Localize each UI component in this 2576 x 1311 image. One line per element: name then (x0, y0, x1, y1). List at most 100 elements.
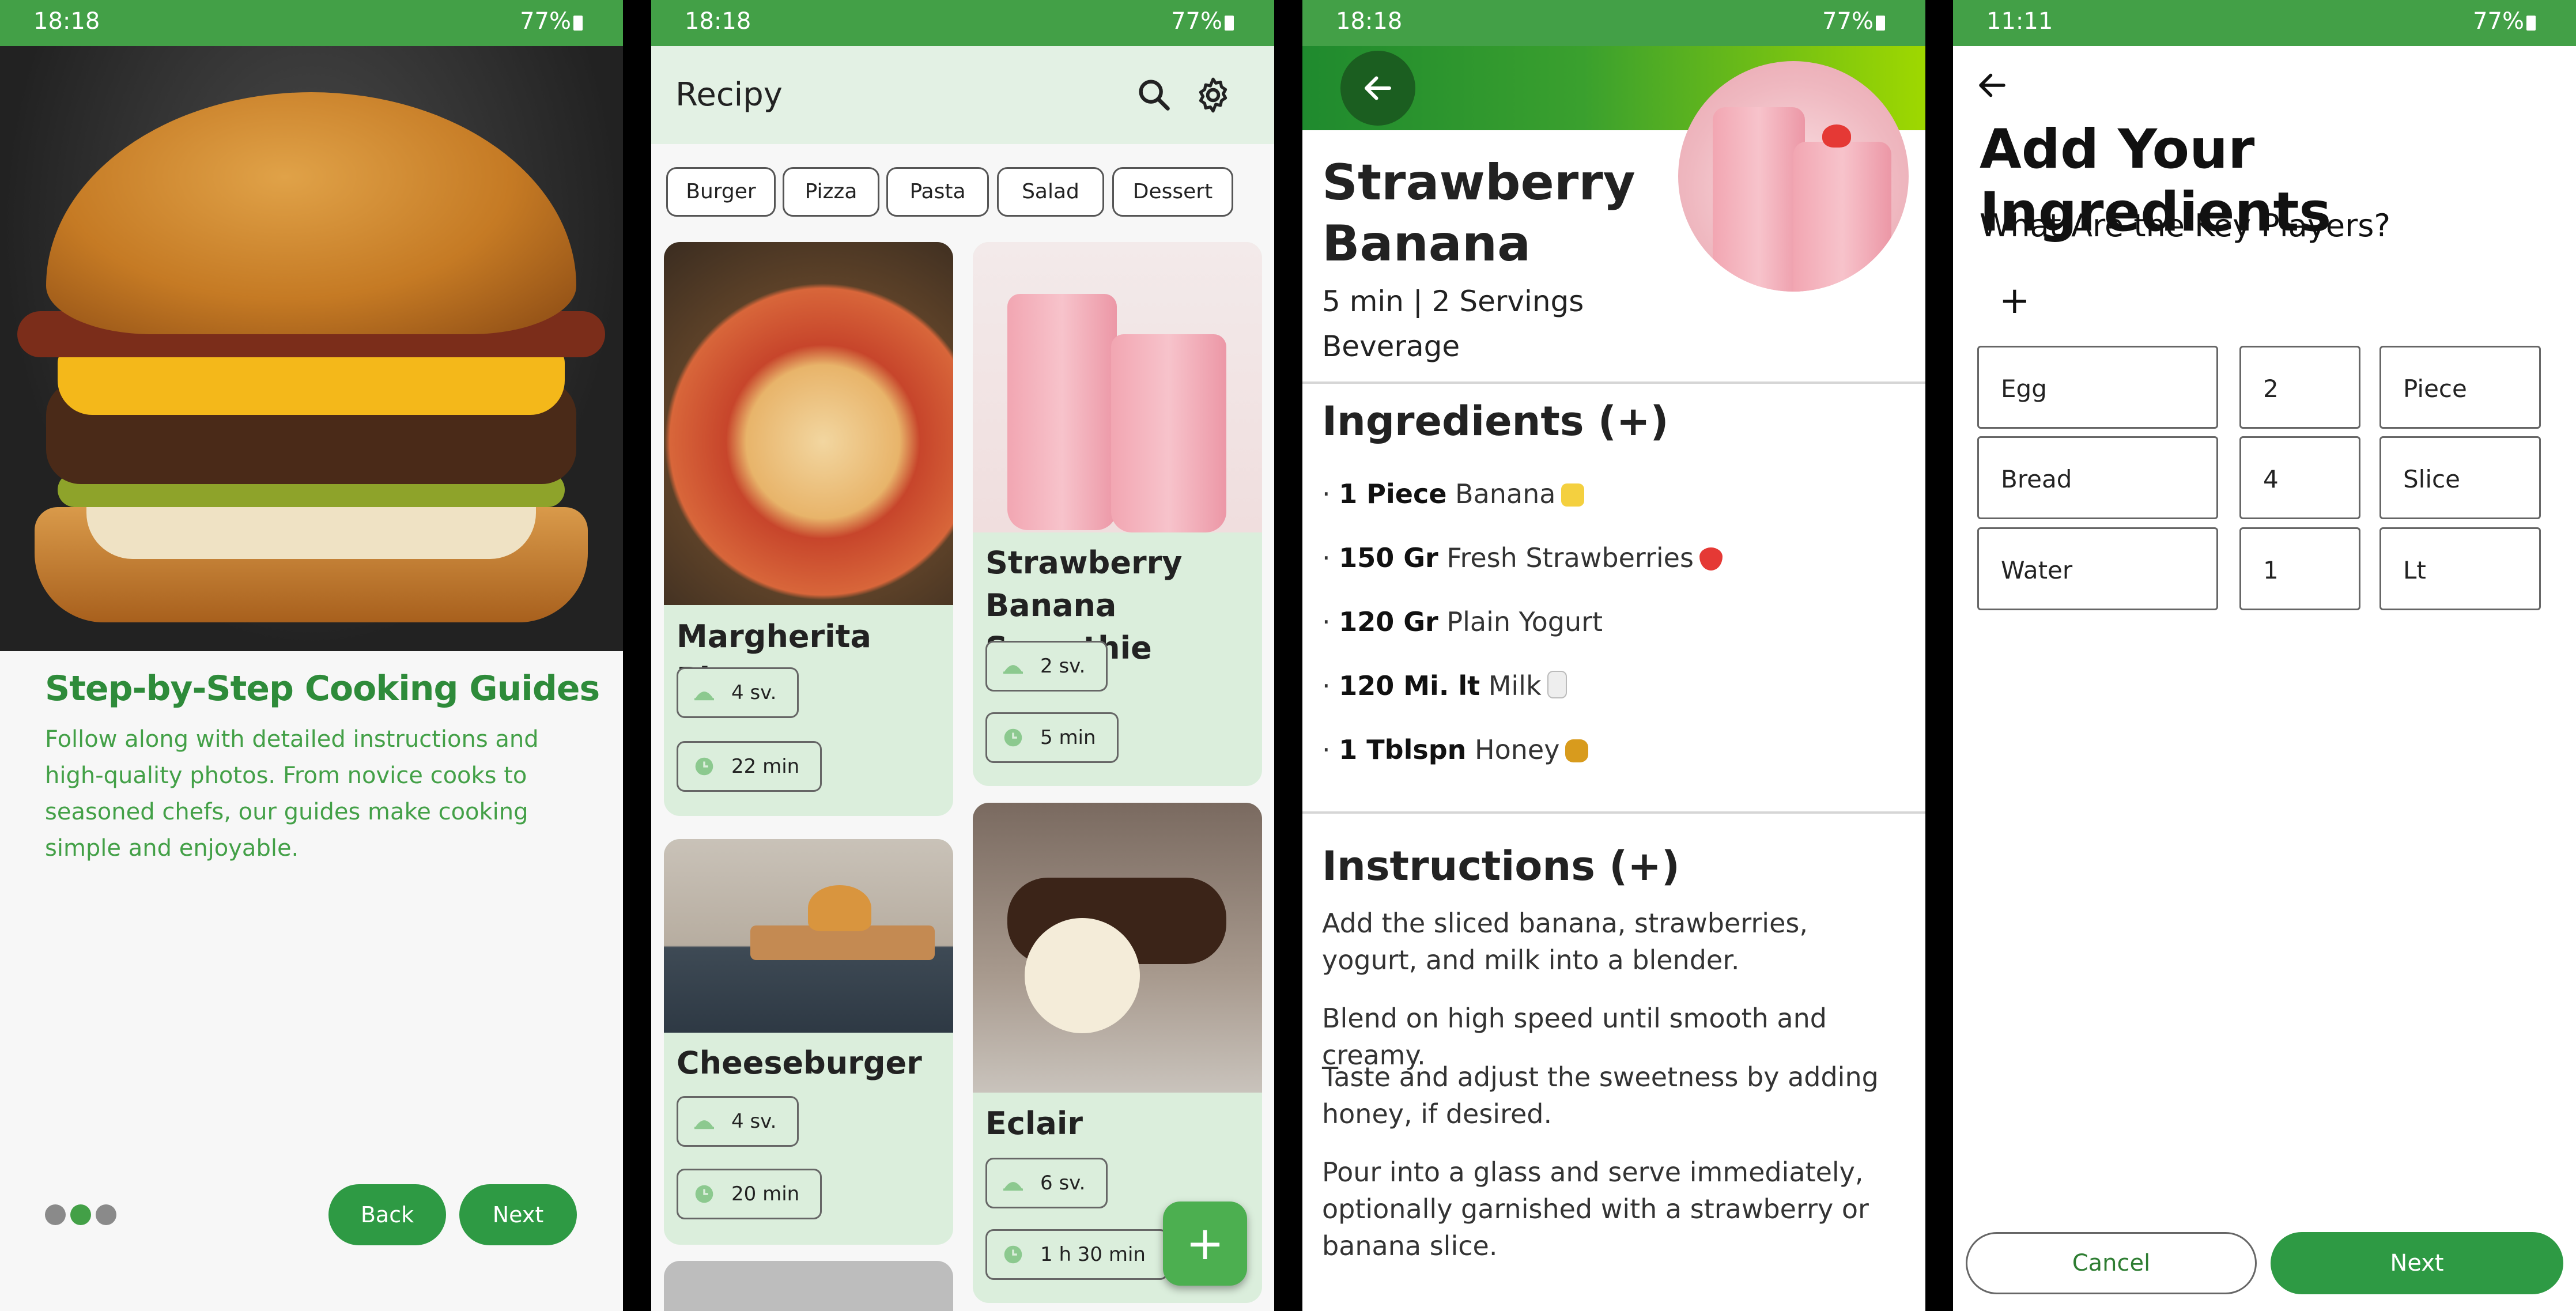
recipe-detail-screen: 18:18 77% Strawberry Banana 5 min | 2 Se… (1302, 0, 1925, 1311)
next-button[interactable]: Next (459, 1184, 577, 1245)
status-time: 18:18 (33, 8, 100, 35)
card-title: Cheeseburger (677, 1045, 922, 1081)
servings-text: 4 sv. (731, 1110, 777, 1133)
status-time: 11:11 (1986, 8, 2053, 35)
cloche-icon (694, 692, 714, 701)
instruction-step: Add the sliced banana, strawberries, yog… (1322, 908, 1808, 976)
chip-pizza[interactable]: Pizza (783, 167, 879, 217)
chip-salad[interactable]: Salad (997, 167, 1104, 217)
back-button[interactable]: Back (328, 1184, 446, 1245)
clock-icon (695, 1185, 713, 1203)
recipe-card[interactable] (664, 1261, 953, 1311)
cancel-button[interactable]: Cancel (1966, 1232, 2257, 1294)
status-bar: 18:18 77% (1302, 0, 1925, 46)
battery-percent: 77% (2473, 8, 2524, 35)
status-bar: 11:11 77% (1953, 0, 2576, 46)
strawberry-icon (1699, 547, 1723, 571)
honey-pot-icon (1565, 739, 1589, 762)
chip-burger[interactable]: Burger (666, 167, 776, 217)
page-dot-2 (70, 1204, 91, 1225)
status-bar: 18:18 77% (651, 0, 1274, 46)
divider (1302, 811, 1925, 814)
onboarding-screen: 18:18 77% Step-by-Step Cooking Guides Fo… (0, 0, 623, 1311)
ingredient-item: · 120 Mi. lt Milk (1322, 670, 1567, 701)
ingredient-item: · 120 Gr Plain Yogurt (1322, 606, 1603, 637)
servings-badge: 2 sv. (985, 641, 1108, 692)
add-ingredients-screen: 11:11 77% Add Your Ingredients What Are … (1953, 0, 2576, 1311)
time-text: 1 h 30 min (1040, 1243, 1146, 1266)
ingredients-heading[interactable]: Ingredients (+) (1322, 398, 1669, 445)
recipe-card[interactable]: Cheeseburger 4 sv. 20 min (664, 839, 953, 1245)
battery-indicator: 77% (1822, 8, 1885, 35)
chip-pasta[interactable]: Pasta (886, 167, 989, 217)
cloche-icon (694, 1120, 714, 1129)
ingredient-unit-field[interactable]: Lt (2379, 527, 2541, 610)
battery-icon (1876, 16, 1885, 31)
cloche-icon (1003, 665, 1023, 674)
category-chips: Burger Pizza Pasta Salad Dessert (651, 167, 1274, 219)
ingredient-name-field[interactable]: Water (1977, 527, 2218, 610)
ingredient-qty: 150 Gr (1339, 542, 1438, 573)
clock-icon (695, 757, 713, 776)
ingredient-name: Honey (1475, 734, 1560, 765)
battery-indicator: 77% (1171, 8, 1234, 35)
servings-badge: 4 sv. (677, 667, 799, 718)
smoothie-photo (973, 242, 1262, 532)
ingredient-name-field[interactable]: Egg (1977, 346, 2218, 429)
ingredient-amount-field[interactable]: 1 (2239, 527, 2360, 610)
add-recipe-button[interactable]: + (1163, 1202, 1247, 1286)
servings-badge: 6 sv. (985, 1158, 1108, 1208)
onboarding-title: Step-by-Step Cooking Guides (45, 668, 600, 709)
onboarding-description: Follow along with detailed instructions … (45, 726, 539, 862)
recipe-photo (1678, 61, 1909, 292)
battery-indicator: 77% (2473, 8, 2536, 35)
instruction-step: Pour into a glass and serve immediately,… (1322, 1157, 1869, 1261)
chip-dessert[interactable]: Dessert (1112, 167, 1233, 217)
recipe-title: Strawberry Banana (1322, 154, 1636, 273)
time-text: 5 min (1040, 726, 1096, 749)
cheeseburger-photo (664, 839, 953, 1033)
instructions-heading[interactable]: Instructions (+) (1322, 842, 1680, 890)
ingredient-qty: 1 Tblspn (1339, 734, 1467, 765)
battery-percent: 77% (1822, 8, 1874, 35)
servings-badge: 4 sv. (677, 1096, 799, 1147)
ingredient-unit-field[interactable]: Piece (2379, 346, 2541, 429)
ingredient-amount-field[interactable]: 4 (2239, 436, 2360, 519)
add-ingredient-button[interactable]: + (1999, 282, 2030, 319)
banana-icon (1561, 483, 1585, 507)
app-title: Recipy (675, 76, 783, 114)
ingredient-name: Plain Yogurt (1446, 606, 1603, 637)
battery-percent: 77% (1171, 8, 1222, 35)
ingredient-qty: 1 Piece (1339, 478, 1447, 509)
recipe-category: Beverage (1322, 330, 1460, 363)
battery-icon (1225, 16, 1234, 31)
next-button[interactable]: Next (2271, 1232, 2563, 1294)
ingredient-name-field[interactable]: Bread (1977, 436, 2218, 519)
servings-text: 4 sv. (731, 681, 777, 704)
time-badge: 20 min (677, 1169, 822, 1219)
ingredient-name: Banana (1455, 478, 1556, 509)
arrow-left-icon (1365, 76, 1391, 100)
battery-percent: 77% (520, 8, 571, 35)
page-dot-1 (45, 1204, 66, 1225)
ingredient-item: · 1 Tblspn Honey (1322, 734, 1589, 765)
back-button[interactable] (1340, 51, 1415, 126)
ingredient-name: Fresh Strawberries (1446, 542, 1694, 573)
ingredient-amount-field[interactable]: 2 (2239, 346, 2360, 429)
page-subtitle: What Are the Key Players? (1980, 207, 2391, 244)
eclair-photo (973, 803, 1262, 1093)
time-badge: 22 min (677, 741, 822, 792)
milk-glass-icon (1547, 671, 1567, 698)
recipe-card[interactable]: Margherita Pizza 4 sv. 22 min (664, 242, 953, 816)
status-bar: 18:18 77% (0, 0, 623, 46)
servings-text: 6 sv. (1040, 1172, 1086, 1195)
clock-icon (1004, 1245, 1022, 1264)
ingredient-item: · 1 Piece Banana (1322, 478, 1585, 509)
recipe-meta: 5 min | 2 Servings (1322, 285, 1584, 318)
time-text: 22 min (731, 755, 800, 778)
gear-icon[interactable] (1193, 75, 1233, 115)
ingredient-unit-field[interactable]: Slice (2379, 436, 2541, 519)
arrow-left-icon[interactable] (1975, 68, 2010, 103)
recipe-card[interactable]: Strawberry Banana Smoothie 2 sv. 5 min (973, 242, 1262, 786)
search-icon[interactable] (1134, 75, 1174, 115)
